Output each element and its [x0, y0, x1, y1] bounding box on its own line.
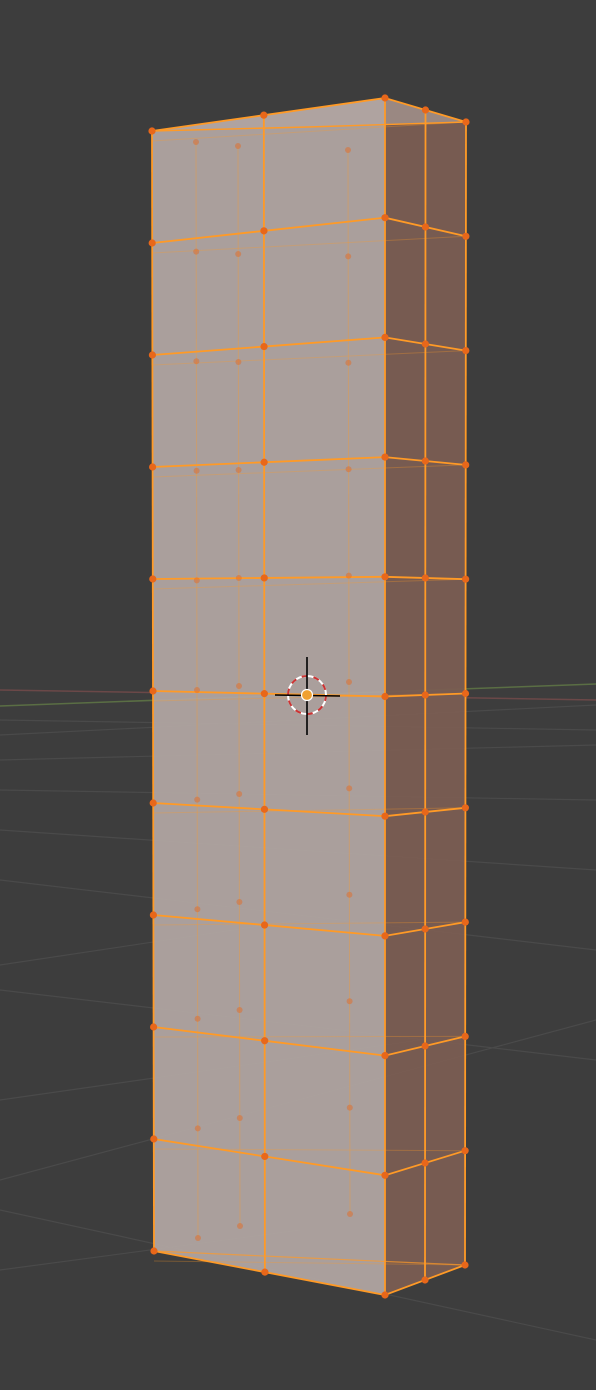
vertex — [461, 804, 469, 812]
vertex — [150, 1135, 158, 1143]
vertex — [421, 925, 429, 933]
vertex — [461, 689, 470, 698]
vertex — [462, 575, 470, 583]
vertex — [193, 139, 199, 145]
vertex — [421, 1159, 429, 1167]
vertex — [194, 1125, 201, 1132]
vertex — [421, 574, 429, 582]
vertex — [345, 147, 351, 153]
vertex — [260, 342, 268, 351]
vertex — [461, 1032, 469, 1040]
vertex — [148, 239, 156, 247]
vertex — [235, 143, 241, 149]
vertex — [381, 214, 389, 222]
vertex — [149, 799, 157, 807]
object-origin-icon — [300, 688, 314, 702]
vertex — [260, 227, 268, 235]
vertex — [194, 906, 201, 913]
vertex — [421, 691, 429, 699]
vertex — [461, 918, 469, 926]
vertex — [149, 687, 157, 695]
vertex — [261, 1268, 269, 1276]
vertex — [421, 340, 429, 348]
vertex — [260, 690, 268, 698]
vertex — [237, 1223, 243, 1229]
vertex — [260, 458, 268, 466]
vertex — [462, 347, 470, 355]
vertex — [347, 1211, 353, 1217]
vertex — [194, 687, 200, 693]
vertex — [462, 118, 470, 126]
vertex — [235, 251, 242, 257]
vertex — [261, 1152, 269, 1161]
vertex — [149, 911, 157, 919]
vertex — [193, 467, 200, 474]
vertex — [193, 248, 200, 255]
vertex — [346, 785, 353, 792]
vertex — [345, 359, 352, 366]
vertex — [421, 1276, 429, 1284]
vertex — [381, 94, 389, 102]
vertex — [421, 808, 429, 816]
vertex — [346, 1104, 353, 1111]
vertex — [381, 692, 389, 701]
vertex — [345, 466, 352, 473]
vertex — [346, 891, 353, 898]
vertex — [260, 574, 268, 582]
vertex — [381, 333, 389, 341]
vertex — [346, 998, 353, 1005]
vertex — [462, 461, 470, 469]
vertex — [260, 111, 268, 119]
vertex — [194, 1015, 201, 1022]
3d-viewport[interactable] — [0, 0, 596, 1390]
vertex — [381, 1052, 389, 1060]
vertex — [236, 899, 243, 905]
vertex — [421, 106, 430, 114]
vertex — [235, 467, 242, 473]
vertex — [461, 1261, 469, 1269]
vertex — [260, 921, 269, 929]
vertex — [381, 573, 389, 581]
vertex — [381, 932, 389, 940]
vertex — [235, 575, 242, 581]
vertex — [261, 1037, 269, 1045]
vertex — [195, 1235, 201, 1241]
vertex — [150, 1023, 158, 1031]
vertex — [236, 1007, 243, 1013]
vertex — [462, 232, 470, 240]
vertex — [381, 812, 389, 820]
vertex — [381, 1171, 389, 1179]
vertex — [381, 1291, 389, 1299]
vertex — [193, 358, 200, 365]
vertex — [345, 253, 352, 260]
vertex — [236, 791, 243, 797]
vertex — [421, 1042, 429, 1050]
vertex — [260, 805, 269, 813]
vertex — [236, 683, 242, 689]
vertex — [461, 1147, 469, 1155]
vertex — [346, 679, 352, 685]
vertex — [421, 457, 429, 465]
vertex — [235, 359, 242, 365]
vertex — [150, 1247, 158, 1255]
vertex — [149, 575, 157, 583]
vertex — [236, 1115, 243, 1121]
vertex — [148, 351, 156, 359]
vertex — [148, 127, 156, 135]
vertex — [421, 223, 430, 231]
hidden-edge — [153, 1035, 466, 1038]
vertex — [381, 453, 389, 461]
viewport-canvas[interactable] — [0, 0, 596, 1390]
vertex — [194, 796, 201, 803]
vertex — [345, 572, 352, 579]
vertex — [149, 463, 157, 471]
vertex — [193, 577, 200, 584]
